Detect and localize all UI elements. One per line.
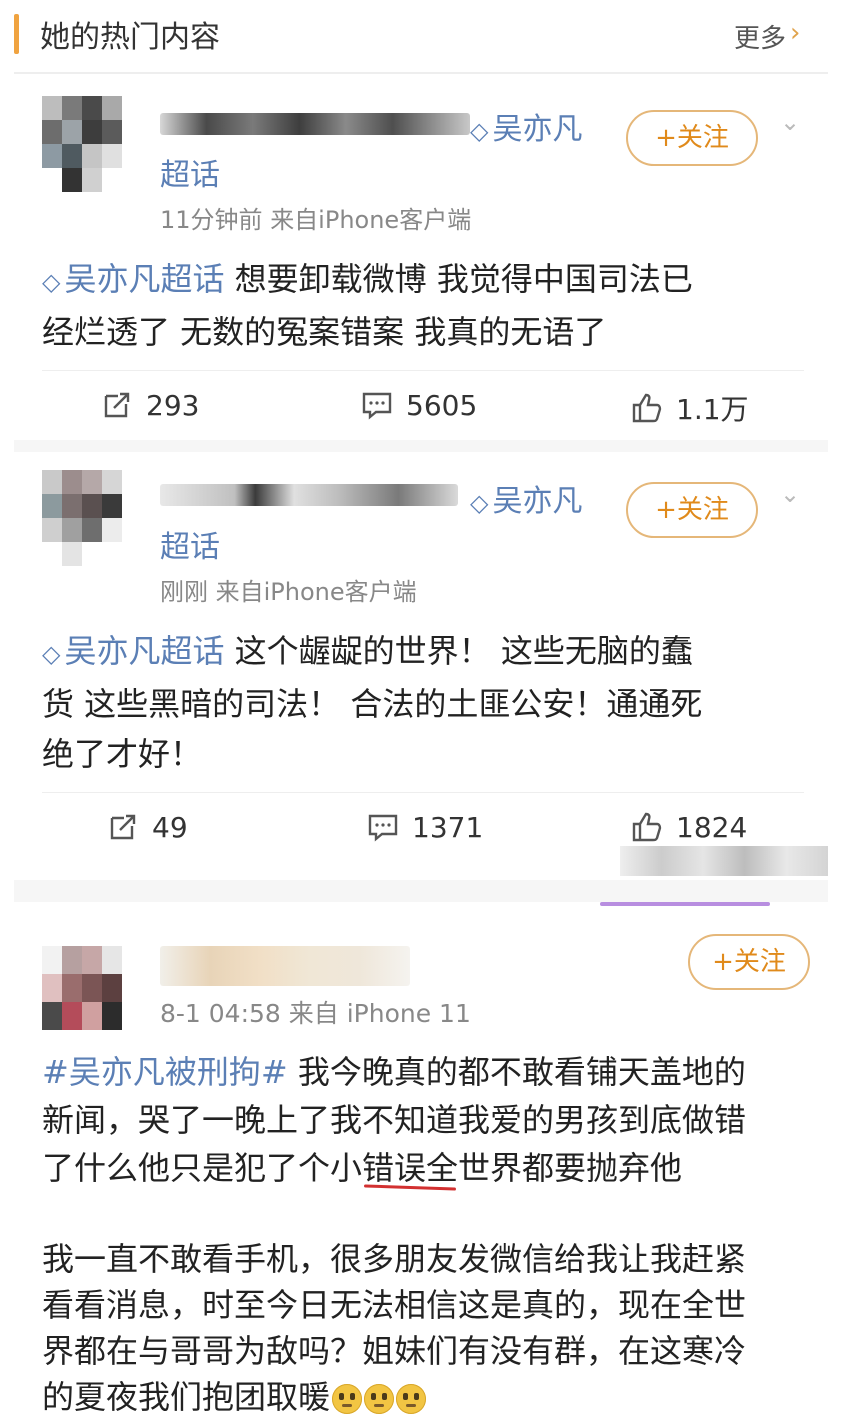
post-source: 来自iPhone客户端 <box>270 206 472 234</box>
follow-button[interactable]: +关注 <box>626 110 758 166</box>
post-meta: 8-1 04:58 来自 iPhone 11 <box>160 999 471 1028</box>
follow-button[interactable]: +关注 <box>688 934 810 990</box>
more-link[interactable]: 更多 <box>734 18 786 55</box>
divider <box>42 370 804 371</box>
post-time: 11分钟前 <box>160 206 263 234</box>
like-count: 1824 <box>676 810 748 844</box>
topic-link-suffix[interactable]: 超话 <box>160 522 220 566</box>
avatar[interactable] <box>42 96 122 192</box>
post-body: #吴亦凡被刑拘# 我今晚真的都不敢看铺天盖地的 新闻，哭了一晚上了我不知道我爱的… <box>42 1053 747 1187</box>
topic-tag: 吴亦凡超话 <box>64 632 225 670</box>
comment-count: 5605 <box>406 388 478 422</box>
post-body-paragraph-2: 我一直不敢看手机，很多朋友发微信给我让我赶紧 看看消息，时至今日无法相信这是真的… <box>42 1240 747 1416</box>
post-body: ◇ 吴亦凡超话 想要卸载微博 我觉得中国司法已 经烂透了 无数的冤案错案 我真的无… <box>42 260 693 351</box>
topic-tag: 吴亦凡超话 <box>64 260 225 298</box>
super-topic-diamond-icon: ◇ <box>470 489 489 517</box>
topic-link-suffix[interactable]: 超话 <box>160 150 220 194</box>
comment-icon <box>368 814 398 842</box>
super-topic-diamond-icon: ◇ <box>470 117 489 145</box>
like-count: 1.1万 <box>676 393 749 426</box>
avatar[interactable] <box>42 470 122 566</box>
repost-icon <box>104 392 130 418</box>
chevron-down-icon[interactable]: ⌄ <box>780 480 800 508</box>
username-blurred[interactable] <box>160 484 458 506</box>
topic-link[interactable]: ◇ 吴亦凡 <box>470 476 582 520</box>
repost-count: 293 <box>146 388 200 422</box>
sad-face-emoji-icon <box>332 1384 363 1414</box>
hashtag-link[interactable]: #吴亦凡被刑拘# <box>42 1053 288 1091</box>
topic-link[interactable]: ◇ 吴亦凡 <box>470 104 582 148</box>
post-body: ◇ 吴亦凡超话 这个龌龊的世界！ 这些无脑的蠢 货 这些黑暗的司法！ 合法的土匪公… <box>42 632 703 773</box>
post-meta: 11分钟前 来自iPhone客户端 <box>160 200 471 235</box>
super-topic-diamond-icon: ◇ <box>42 640 61 668</box>
post-time: 刚刚 <box>160 578 208 606</box>
post-separator <box>14 440 828 452</box>
thumbs-up-icon <box>632 812 662 842</box>
comment-count: 1371 <box>412 810 484 844</box>
repost-icon <box>110 814 136 840</box>
post-source: 来自iPhone客户端 <box>215 578 417 606</box>
sad-face-emoji-icon <box>396 1384 427 1414</box>
repost-button[interactable]: 293 <box>100 388 199 422</box>
super-topic-diamond-icon: ◇ <box>42 268 61 296</box>
chevron-right-icon[interactable]: › <box>790 18 800 48</box>
avatar[interactable] <box>42 946 122 1030</box>
username-blurred[interactable] <box>160 946 410 986</box>
comment-icon <box>362 392 392 420</box>
sad-face-emoji-icon <box>364 1384 395 1414</box>
like-button[interactable]: 1.1万 <box>630 388 749 428</box>
repost-button[interactable]: 49 <box>106 810 188 844</box>
divider <box>42 792 804 793</box>
section-title: 她的热门内容 <box>40 20 220 55</box>
header-divider <box>14 72 828 74</box>
comment-button[interactable]: 1371 <box>366 810 483 844</box>
chevron-down-icon[interactable]: ⌄ <box>780 108 800 136</box>
username-blurred[interactable] <box>160 113 470 135</box>
header-accent-bar <box>14 14 19 54</box>
post-meta: 刚刚 来自iPhone客户端 <box>160 572 417 607</box>
post-separator <box>14 880 828 902</box>
repost-count: 49 <box>152 810 188 844</box>
blurred-overlay <box>620 846 828 876</box>
follow-button[interactable]: +关注 <box>626 482 758 538</box>
purple-accent-line <box>600 902 770 906</box>
like-button[interactable]: 1824 <box>630 810 747 844</box>
comment-button[interactable]: 5605 <box>360 388 477 422</box>
thumbs-up-icon <box>632 393 662 423</box>
